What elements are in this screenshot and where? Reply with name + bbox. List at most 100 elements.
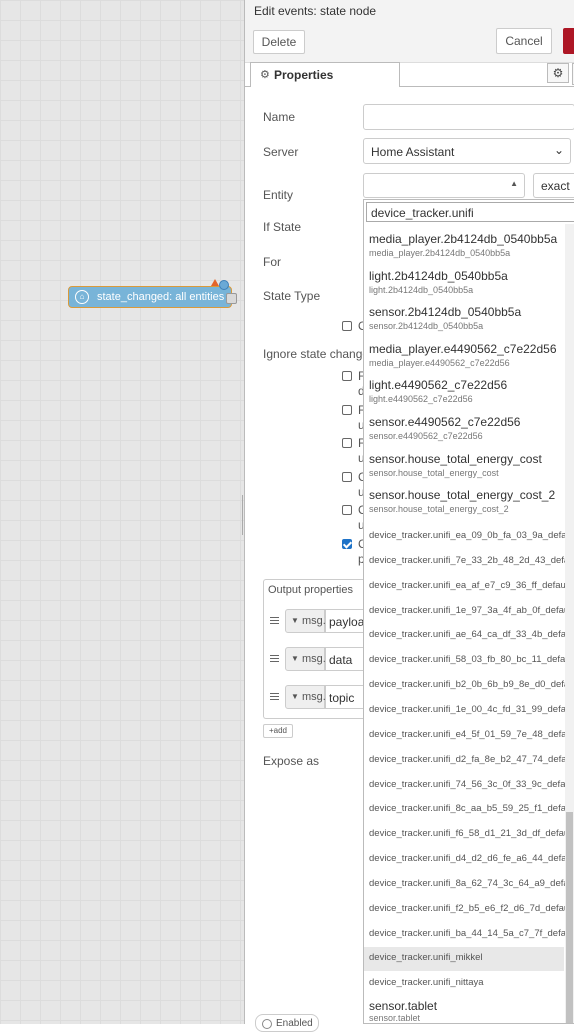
output-properties: Output properties ▼ msg. payload ▼ msg. da… xyxy=(263,579,377,719)
edit-tray: Edit events: state node Delete Cancel ⚙ … xyxy=(244,0,574,1032)
entity-option-label: device_tracker.unifi_d2_fa_8e_b2_47_74_d… xyxy=(369,753,574,765)
entity-search-input[interactable]: device_tracker.unifi xyxy=(366,202,574,222)
entity-option[interactable]: device_tracker.unifi_e4_5f_01_59_7e_48_d… xyxy=(364,724,574,748)
output-type-select[interactable]: ▼ msg. xyxy=(285,609,326,633)
entity-option[interactable]: sensor.e4490562_c7e22d56 sensor.e4490562_… xyxy=(364,415,564,449)
done-button[interactable] xyxy=(563,28,574,54)
tray-tabs: ⚙ Properties ⚙ xyxy=(245,62,574,87)
entity-option-label: light.e4490562_c7e22d56 xyxy=(369,378,508,393)
entity-option-id: sensor.e4490562_c7e22d56 xyxy=(369,431,483,441)
checkbox-2[interactable] xyxy=(342,405,352,415)
checkbox-5[interactable] xyxy=(342,505,352,515)
checkbox-0[interactable] xyxy=(342,321,352,331)
entity-option-label: device_tracker.unifi_1e_00_4c_fd_31_99_d… xyxy=(369,703,574,715)
if-state-label: If State xyxy=(263,220,302,234)
entity-option[interactable]: device_tracker.unifi_nittaya xyxy=(364,972,564,996)
expose-as-label: Expose as xyxy=(263,754,320,768)
entity-option-label: device_tracker.unifi_1e_97_3a_4f_ab_0f_d… xyxy=(369,604,574,616)
entity-option[interactable]: sensor.house_total_energy_cost_2 sensor.h… xyxy=(364,488,564,522)
entity-option-id: sensor.house_total_energy_cost xyxy=(369,467,499,478)
entity-option[interactable]: device_tracker.unifi_8c_aa_b5_59_25_f1_d… xyxy=(364,798,574,822)
entity-match-select[interactable]: exact xyxy=(533,173,574,198)
msg-prefix: msg. xyxy=(302,691,326,703)
drag-handle-icon[interactable] xyxy=(270,693,279,694)
entity-option-label: device_tracker.unifi_ba_44_14_5a_c7_7f_d… xyxy=(369,927,574,939)
node-settings-gear-icon[interactable]: ⚙ xyxy=(547,63,569,83)
entity-option[interactable]: device_tracker.unifi_mikkel xyxy=(364,947,564,972)
entity-option[interactable]: device_tracker.unifi_ea_09_0b_fa_03_9a_d… xyxy=(364,525,574,549)
entity-option[interactable]: sensor.house_total_energy_cost sensor.hou… xyxy=(364,452,564,486)
entity-input[interactable]: ▲ xyxy=(363,173,525,198)
entity-option[interactable]: device_tracker.unifi_f6_58_d1_21_3d_df_d… xyxy=(364,823,574,847)
output-row: ▼ msg. data xyxy=(264,645,377,673)
chevron-down-icon: ⌄ xyxy=(553,143,564,157)
entity-option-id: sensor.tablet xyxy=(369,1013,421,1024)
entity-option[interactable]: device_tracker.unifi_1e_97_3a_4f_ab_0f_d… xyxy=(364,600,574,624)
server-select[interactable]: Home Assistant ⌄ xyxy=(363,138,571,164)
msg-prefix: msg. xyxy=(302,615,326,627)
checkbox-4[interactable] xyxy=(342,472,352,482)
entity-autocomplete-dropdown: device_tracker.unifi media_player.2b4124… xyxy=(363,199,574,1024)
entity-option-id: light.e4490562_c7e22d56 xyxy=(369,394,473,405)
add-label: add xyxy=(273,726,288,735)
drag-handle-icon[interactable] xyxy=(270,617,279,618)
entity-option[interactable]: device_tracker.unifi_7e_33_2b_48_2d_43_d… xyxy=(364,550,574,574)
entity-option[interactable]: device_tracker.unifi_d4_d2_d6_fe_a6_44_d… xyxy=(364,848,574,872)
output-type-select[interactable]: ▼ msg. xyxy=(285,647,326,671)
entity-option[interactable]: media_player.e4490562_c7e22d56 media_play… xyxy=(364,342,564,376)
checkbox-3[interactable] xyxy=(342,438,352,448)
flow-canvas[interactable]: ⌂ state_changed: all entities xyxy=(0,0,244,1024)
entity-option-label: sensor.house_total_energy_cost xyxy=(369,451,542,466)
enabled-toggle[interactable]: Enabled xyxy=(255,1014,319,1032)
entity-option-id: light.2b4124db_0540bb5a xyxy=(369,284,474,295)
entity-option-label: device_tracker.unifi_58_03_fb_80_bc_11_d… xyxy=(369,654,574,666)
entity-option-label: device_tracker.unifi_7e_33_2b_48_2d_43_d… xyxy=(369,554,574,566)
home-assistant-icon: ⌂ xyxy=(75,290,89,304)
entity-option[interactable]: device_tracker.unifi_f2_b5_e6_f2_d6_7d_d… xyxy=(364,898,574,922)
entity-option-label: device_tracker.unifi_mikkel xyxy=(369,952,483,964)
tab-properties[interactable]: ⚙ Properties xyxy=(250,62,400,87)
entity-option-label: media_player.2b4124db_0540bb5a xyxy=(369,232,558,246)
tab-label: Properties xyxy=(274,68,334,82)
entity-option[interactable]: media_player.2b4124db_0540bb5a media_play… xyxy=(364,232,564,266)
entity-option[interactable]: device_tracker.unifi_8a_62_74_3c_64_a9_d… xyxy=(364,873,574,897)
entity-option[interactable]: device_tracker.unifi_ea_af_e7_c9_36_ff_d… xyxy=(364,575,571,599)
caret-down-icon: ▼ xyxy=(291,616,299,625)
add-output-button[interactable]: +add xyxy=(263,724,293,738)
entity-option-label: device_tracker.unifi_f6_58_d1_21_3d_df_d… xyxy=(369,828,574,840)
name-input[interactable] xyxy=(363,104,574,130)
entity-option-label: device_tracker.unifi_e4_5f_01_59_7e_48_d… xyxy=(369,728,574,740)
entity-option[interactable]: sensor.2b4124db_0540bb5a sensor.2b4124db_… xyxy=(364,305,564,339)
entity-option[interactable]: device_tracker.unifi_ba_44_14_5a_c7_7f_d… xyxy=(364,923,574,947)
cancel-button[interactable]: Cancel xyxy=(496,28,552,54)
entity-option[interactable]: device_tracker.unifi_ae_64_ca_df_33_4b_d… xyxy=(364,624,574,648)
checkbox-1[interactable] xyxy=(342,371,352,381)
entity-option-label: sensor.e4490562_c7e22d56 xyxy=(369,415,521,429)
entity-option[interactable]: device_tracker.unifi_58_03_fb_80_bc_11_d… xyxy=(364,649,574,673)
drag-handle-icon[interactable] xyxy=(270,655,279,656)
entity-option[interactable]: light.e4490562_c7e22d56 light.e4490562_c7… xyxy=(364,378,564,412)
tray-toolbar: Delete Cancel xyxy=(245,22,574,63)
entity-option[interactable]: device_tracker.unifi_1e_00_4c_fd_31_99_d… xyxy=(364,699,574,723)
entity-option-label: device_tracker.unifi_ea_af_e7_c9_36_ff_d… xyxy=(369,579,571,591)
scrollbar-thumb[interactable] xyxy=(566,812,573,1023)
state-changed-node[interactable]: ⌂ state_changed: all entities xyxy=(68,279,237,308)
output-type-select[interactable]: ▼ msg. xyxy=(285,685,326,709)
dropdown-scrollbar[interactable] xyxy=(565,224,574,1023)
entity-option[interactable]: light.2b4124db_0540bb5a light.2b4124db_05… xyxy=(364,269,564,303)
entity-option[interactable]: device_tracker.unifi_74_56_3c_0f_33_9c_d… xyxy=(364,774,574,798)
output-row: ▼ msg. payload xyxy=(264,607,377,635)
entity-option-label: device_tracker.unifi_74_56_3c_0f_33_9c_d… xyxy=(369,778,574,790)
entity-option[interactable]: sensor.tablet sensor.tablet xyxy=(364,999,564,1024)
node-label: state_changed: all entities xyxy=(97,291,225,303)
tray-header: Edit events: state node xyxy=(245,0,574,23)
entity-label: Entity xyxy=(263,188,294,202)
node-output-port[interactable] xyxy=(226,293,237,304)
entity-option[interactable]: device_tracker.unifi_d2_fa_8e_b2_47_74_d… xyxy=(364,749,574,773)
entity-option[interactable]: device_tracker.unifi_b2_0b_6b_b9_8e_d0_d… xyxy=(364,674,574,698)
entity-option-label: media_player.e4490562_c7e22d56 xyxy=(369,341,557,356)
node-status-dot xyxy=(219,280,229,290)
checkbox-6[interactable] xyxy=(342,539,352,549)
delete-button[interactable]: Delete xyxy=(253,30,305,54)
state-type-label: State Type xyxy=(263,289,321,303)
